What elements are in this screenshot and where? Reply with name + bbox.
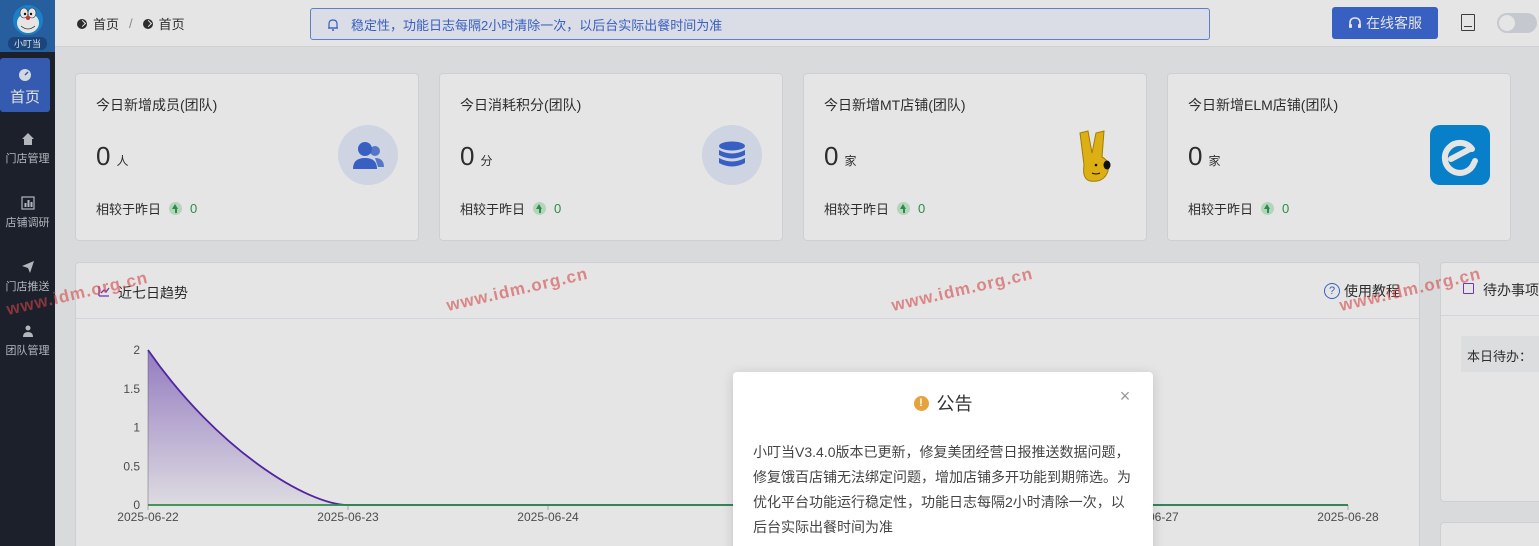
close-icon[interactable]: × <box>1117 387 1133 405</box>
announcement-modal: ! 公告 × 小叮当V3.4.0版本已更新，修复美团经营日报推送数据问题，修复饿… <box>733 372 1153 546</box>
modal-title-text: 公告 <box>936 394 973 414</box>
warning-icon: ! <box>913 395 929 411</box>
modal-body: 小叮当V3.4.0版本已更新，修复美团经营日报推送数据问题，修复饿百店铺无法绑定… <box>753 444 1131 535</box>
modal-title: ! 公告 <box>733 390 1153 416</box>
